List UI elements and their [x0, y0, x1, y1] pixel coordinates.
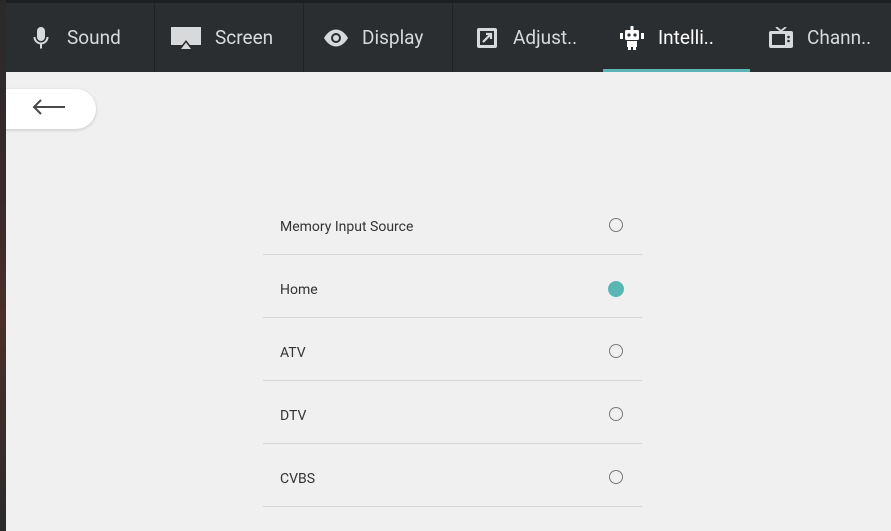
active-tab-indicator: [603, 69, 750, 72]
option-label: Home: [280, 282, 318, 298]
radio-button[interactable]: [609, 218, 623, 232]
radio-button-selected[interactable]: [608, 281, 624, 297]
option-label: ATV: [280, 345, 306, 361]
list-item[interactable]: ATV: [263, 318, 642, 381]
robot-icon: [618, 24, 646, 52]
tab-display[interactable]: Display: [304, 3, 453, 72]
tab-label: Adjust..: [513, 26, 578, 49]
tab-sound[interactable]: Sound: [6, 3, 155, 72]
radio-button[interactable]: [609, 470, 623, 484]
tab-channel[interactable]: Chann..: [750, 3, 891, 72]
tab-bar: Sound Screen Display Adjust.. Intelli.. …: [6, 3, 891, 72]
back-button[interactable]: [6, 89, 96, 129]
tab-adjust[interactable]: Adjust..: [453, 3, 602, 72]
option-label: Memory Input Source: [280, 219, 414, 235]
list-item[interactable]: CVBS: [263, 444, 642, 507]
tab-screen[interactable]: Screen: [155, 3, 304, 72]
list-item[interactable]: Home: [263, 255, 642, 318]
tab-intelligent[interactable]: Intelli..: [603, 3, 750, 72]
settings-window: Sound Screen Display Adjust.. Intelli.. …: [6, 3, 891, 531]
eye-icon: [322, 24, 350, 52]
adjust-icon: [473, 24, 501, 52]
back-arrow-icon: [13, 98, 67, 120]
tab-label: Display: [362, 26, 424, 49]
tab-label: Sound: [67, 26, 121, 49]
tab-label: Screen: [215, 26, 274, 49]
option-label: DTV: [280, 408, 307, 424]
tab-label: Chann..: [807, 26, 872, 49]
radio-button[interactable]: [609, 407, 623, 421]
tab-label: Intelli..: [658, 26, 714, 49]
list-item[interactable]: Memory Input Source: [263, 192, 642, 255]
option-label: CVBS: [280, 471, 316, 487]
tv-icon: [767, 24, 795, 52]
radio-button[interactable]: [609, 344, 623, 358]
microphone-icon: [27, 24, 55, 52]
list-item[interactable]: DTV: [263, 381, 642, 444]
screen-icon: [169, 24, 203, 52]
option-list: Memory Input Source Home ATV DTV CVBS: [263, 192, 642, 507]
